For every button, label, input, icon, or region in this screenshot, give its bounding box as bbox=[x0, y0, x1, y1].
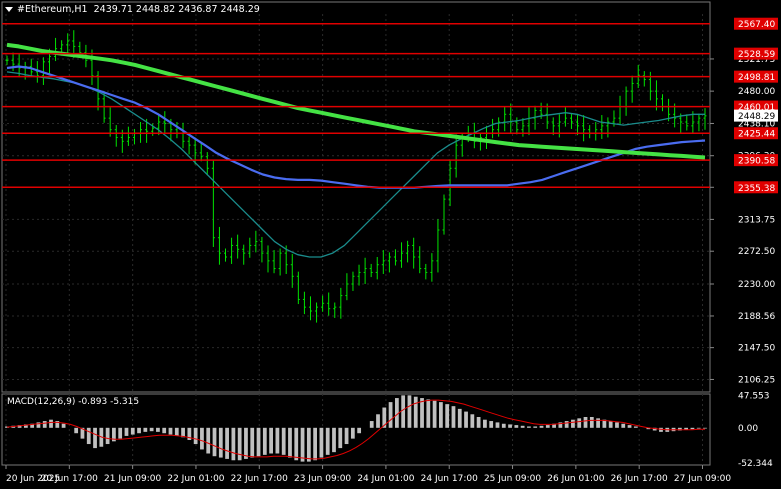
macd-title: MACD(12,26,9) -0.893 -5.315 bbox=[7, 397, 139, 407]
x-tick-label: 21 Jun 09:00 bbox=[104, 474, 161, 484]
macd-tick-label: 47.553 bbox=[738, 392, 770, 402]
chart-canvas: 2521.732480.002438.102396.302355.382313.… bbox=[0, 0, 781, 489]
level-label: 2528.59 bbox=[738, 50, 775, 60]
x-tick-label: 20 Jun 17:00 bbox=[41, 474, 98, 484]
x-tick-label: 25 Jun 09:00 bbox=[484, 474, 541, 484]
y-tick-label: 2480.00 bbox=[738, 87, 775, 97]
current-price-label: 2448.29 bbox=[738, 112, 775, 122]
x-tick-label: 27 Jun 09:00 bbox=[674, 474, 731, 484]
symbol-label: #Ethereum,H1 bbox=[17, 4, 88, 15]
y-tick-label: 2230.00 bbox=[738, 280, 775, 290]
y-tick-label: 2272.50 bbox=[738, 247, 775, 257]
level-label: 2425.44 bbox=[738, 130, 775, 140]
x-tick-label: 26 Jun 01:00 bbox=[547, 474, 604, 484]
level-label: 2498.81 bbox=[738, 73, 775, 83]
x-tick-label: 24 Jun 17:00 bbox=[421, 474, 478, 484]
x-tick-label: 26 Jun 17:00 bbox=[611, 474, 668, 484]
dropdown-triangle-icon[interactable] bbox=[5, 7, 13, 12]
level-label: 2390.58 bbox=[738, 157, 775, 167]
chart-header: #Ethereum,H1 2439.71 2448.82 2436.87 244… bbox=[5, 4, 260, 15]
level-label: 2567.40 bbox=[738, 20, 775, 30]
y-tick-label: 2188.56 bbox=[738, 312, 775, 322]
x-tick-label: 22 Jun 17:00 bbox=[231, 474, 288, 484]
macd-tick-label: 0.00 bbox=[738, 424, 758, 434]
y-tick-label: 2106.25 bbox=[738, 375, 775, 385]
level-label: 2355.38 bbox=[738, 184, 775, 194]
ohlc-readout: 2439.71 2448.82 2436.87 2448.29 bbox=[93, 4, 260, 15]
x-tick-label: 24 Jun 01:00 bbox=[357, 474, 414, 484]
x-tick-label: 23 Jun 09:00 bbox=[294, 474, 351, 484]
y-tick-label: 2313.75 bbox=[738, 215, 775, 225]
y-tick-label: 2147.50 bbox=[738, 344, 775, 354]
x-tick-label: 22 Jun 01:00 bbox=[167, 474, 224, 484]
macd-tick-label: -52.344 bbox=[738, 459, 773, 469]
